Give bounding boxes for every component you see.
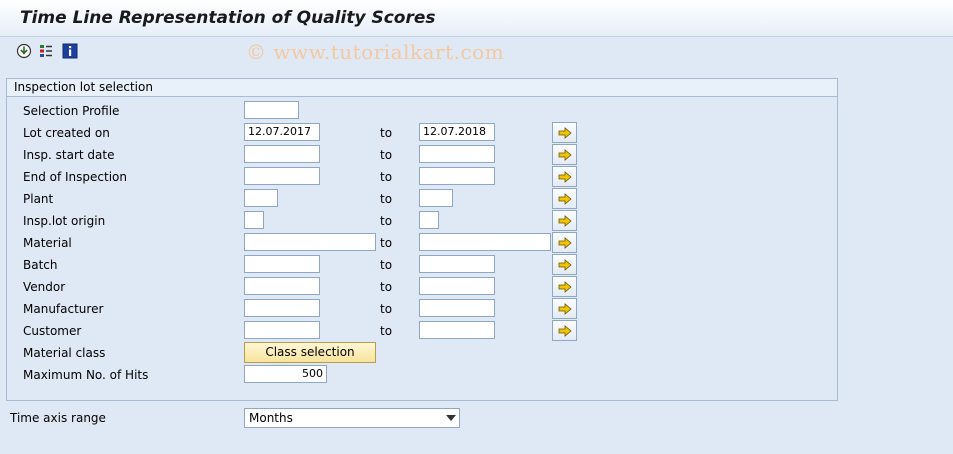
material-to-input[interactable] [419, 233, 551, 251]
time-axis-range-label: Time axis range [10, 411, 106, 425]
row-manufacturer: Manufacturer to [7, 298, 837, 319]
batch-from-input[interactable] [244, 255, 320, 273]
multiple-selection-button[interactable] [552, 144, 577, 165]
lot-created-on-from-input[interactable]: 12.07.2017 [244, 123, 320, 141]
material-from-input[interactable] [244, 233, 376, 251]
execute-icon[interactable] [16, 43, 32, 59]
row-insp-start-date: Insp. start date to [7, 144, 837, 165]
vendor-to-input[interactable] [419, 277, 495, 295]
arrow-right-icon [558, 324, 572, 337]
selection-options-icon[interactable] [38, 43, 54, 59]
plant-from-input[interactable] [244, 189, 278, 207]
to-label: to [380, 302, 393, 316]
vendor-from-input[interactable] [244, 277, 320, 295]
batch-label: Batch [23, 258, 58, 272]
lot-created-on-label: Lot created on [23, 126, 110, 140]
customer-label: Customer [23, 324, 82, 338]
to-label: to [380, 324, 393, 338]
to-label: to [380, 214, 393, 228]
arrow-right-icon [558, 214, 572, 227]
manufacturer-to-input[interactable] [419, 299, 495, 317]
plant-to-input[interactable] [419, 189, 453, 207]
time-axis-range-dropdown[interactable]: Months [244, 408, 460, 428]
material-class-label: Material class [23, 346, 106, 360]
to-label: to [380, 126, 393, 140]
insp-lot-origin-from-input[interactable] [244, 211, 264, 229]
multiple-selection-button[interactable] [552, 232, 577, 253]
arrow-right-icon [558, 258, 572, 271]
insp-lot-origin-label: Insp.lot origin [23, 214, 106, 228]
arrow-right-icon [558, 302, 572, 315]
class-selection-button[interactable]: Class selection [244, 342, 376, 363]
arrow-right-icon [558, 280, 572, 293]
insp-start-date-to-input[interactable] [419, 145, 495, 163]
to-label: to [380, 192, 393, 206]
arrow-right-icon [558, 148, 572, 161]
multiple-selection-button[interactable] [552, 320, 577, 341]
row-material-class: Material class Class selection [7, 342, 837, 363]
chevron-down-icon [446, 415, 456, 421]
multiple-selection-button[interactable] [552, 298, 577, 319]
row-customer: Customer to [7, 320, 837, 341]
info-icon[interactable] [62, 43, 78, 59]
manufacturer-label: Manufacturer [23, 302, 104, 316]
selection-profile-input[interactable] [244, 101, 299, 119]
vendor-label: Vendor [23, 280, 66, 294]
arrow-right-icon [558, 236, 572, 249]
row-plant: Plant to [7, 188, 837, 209]
insp-start-date-label: Insp. start date [23, 148, 115, 162]
multiple-selection-button[interactable] [552, 210, 577, 231]
multiple-selection-button[interactable] [552, 276, 577, 297]
arrow-right-icon [558, 170, 572, 183]
row-insp-lot-origin: Insp.lot origin to [7, 210, 837, 231]
multiple-selection-button[interactable] [552, 254, 577, 275]
plant-label: Plant [23, 192, 54, 206]
time-axis-range-value: Months [249, 411, 293, 425]
row-selection-profile: Selection Profile [7, 101, 837, 121]
multiple-selection-button[interactable] [552, 166, 577, 187]
insp-start-date-from-input[interactable] [244, 145, 320, 163]
group-title: Inspection lot selection [7, 79, 837, 97]
end-of-inspection-from-input[interactable] [244, 167, 320, 185]
to-label: to [380, 148, 393, 162]
time-axis-row: Time axis range Months [0, 408, 953, 428]
watermark-text: © www.tutorialkart.com [246, 40, 505, 64]
row-vendor: Vendor to [7, 276, 837, 297]
arrow-right-icon [558, 192, 572, 205]
to-label: to [380, 258, 393, 272]
multiple-selection-button[interactable] [552, 188, 577, 209]
multiple-selection-button[interactable] [552, 122, 577, 143]
customer-to-input[interactable] [419, 321, 495, 339]
row-end-of-inspection: End of Inspection to [7, 166, 837, 187]
arrow-right-icon [558, 126, 572, 139]
to-label: to [380, 170, 393, 184]
end-of-inspection-label: End of Inspection [23, 170, 127, 184]
material-label: Material [23, 236, 72, 250]
customer-from-input[interactable] [244, 321, 320, 339]
manufacturer-from-input[interactable] [244, 299, 320, 317]
selection-profile-label: Selection Profile [23, 104, 120, 118]
to-label: to [380, 236, 393, 250]
title-bar: Time Line Representation of Quality Scor… [0, 0, 953, 37]
end-of-inspection-to-input[interactable] [419, 167, 495, 185]
to-label: to [380, 280, 393, 294]
max-hits-label: Maximum No. of Hits [23, 368, 149, 382]
lot-created-on-to-input[interactable]: 12.07.2018 [419, 123, 495, 141]
inspection-lot-selection-group: Inspection lot selection Selection Profi… [6, 78, 838, 401]
row-lot-created-on: Lot created on 12.07.2017 to 12.07.2018 [7, 122, 837, 143]
row-material: Material to [7, 232, 837, 253]
page-title: Time Line Representation of Quality Scor… [20, 8, 436, 28]
insp-lot-origin-to-input[interactable] [419, 211, 439, 229]
row-batch: Batch to [7, 254, 837, 275]
max-hits-input[interactable]: 500 [244, 365, 327, 383]
row-max-hits: Maximum No. of Hits 500 [7, 365, 837, 385]
batch-to-input[interactable] [419, 255, 495, 273]
status-bar [0, 432, 953, 454]
